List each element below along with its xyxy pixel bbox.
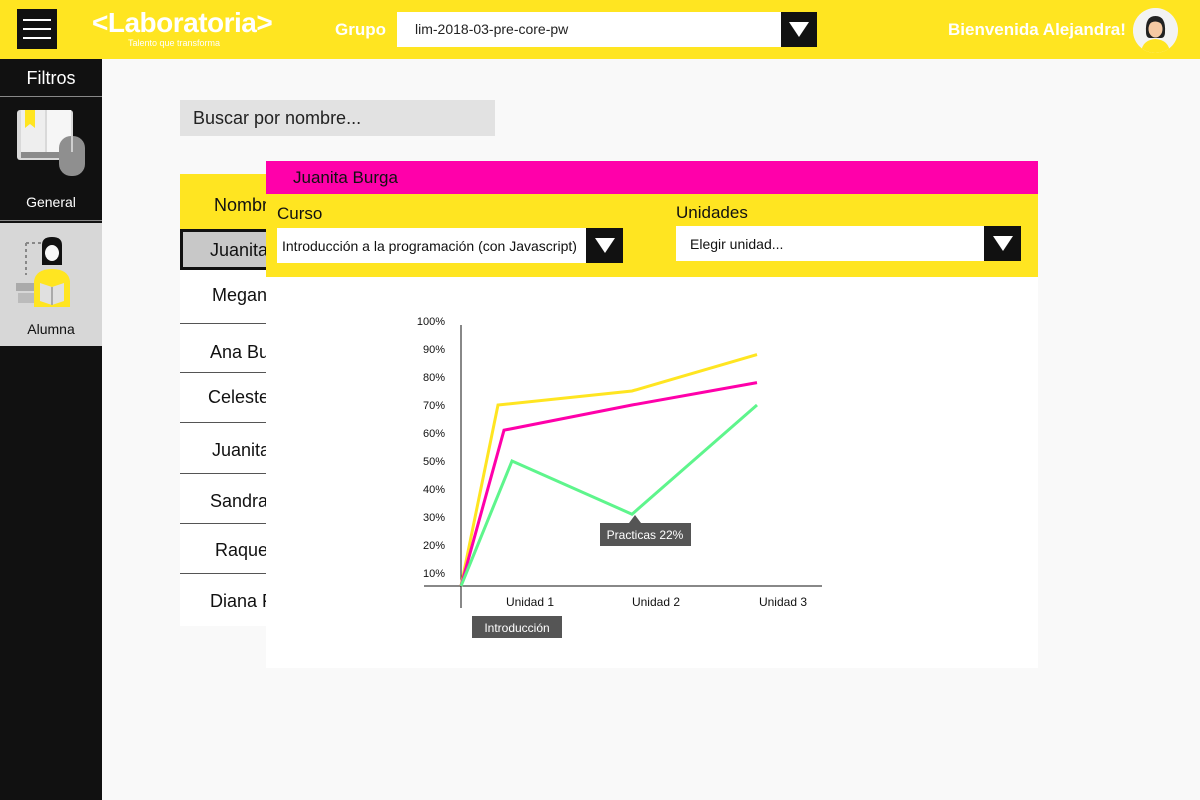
search-input[interactable]: [180, 100, 495, 136]
student-name-header: Juanita Burga: [266, 161, 1038, 194]
laboratoria-logo[interactable]: <Laboratoria> Talento que transforma: [92, 7, 273, 50]
top-bar: <Laboratoria> Talento que transforma Gru…: [0, 0, 1200, 59]
list-item[interactable]: Juanita: [180, 229, 280, 270]
logo-text: <Laboratoria>: [92, 7, 273, 38]
x-tick-label: Unidad 3: [759, 595, 807, 609]
units-select-value: Elegir unidad...: [690, 236, 784, 252]
course-label: Curso: [277, 204, 323, 223]
x-tick-label: Unidad 1: [506, 595, 554, 609]
list-item[interactable]: Sandra: [180, 474, 280, 524]
welcome-text: Bienvenida Alejandra!: [948, 20, 1126, 39]
logo-tagline: Talento que transforma: [128, 38, 221, 48]
y-tick-label: 90%: [423, 344, 445, 356]
menu-line-icon: [23, 19, 51, 21]
group-select-value: lim-2018-03-pre-core-pw: [415, 21, 569, 37]
list-item[interactable]: Raque: [180, 524, 280, 574]
dropdown-arrow-icon[interactable]: [586, 228, 623, 263]
group-select[interactable]: lim-2018-03-pre-core-pw: [397, 12, 817, 47]
avatar-icon: [1133, 8, 1178, 53]
dropdown-arrow-icon[interactable]: [984, 226, 1021, 261]
list-item[interactable]: Celeste: [180, 373, 280, 423]
y-tick-label: 40%: [423, 484, 445, 496]
student-list: Nombr Juanita Megan Ana Bu Celeste Juani…: [180, 174, 280, 626]
progress-line-chart: 10% 20% 30% 40% 50% 60% 70% 80% 90% 100% Unidad 1…: [417, 316, 822, 638]
list-header-name[interactable]: Nombr: [180, 174, 280, 234]
y-tick-label: 30%: [423, 512, 445, 524]
units-label: Unidades: [676, 203, 748, 222]
units-select[interactable]: Elegir unidad...: [676, 226, 1021, 261]
tooltip-practicas: Practicas 22%: [600, 515, 691, 546]
panel-filters: Curso Introducción a la programación (co…: [266, 194, 1038, 277]
filters-title: Filtros: [0, 59, 102, 97]
list-item[interactable]: Diana F: [180, 574, 280, 626]
y-tick-label: 60%: [423, 428, 445, 440]
list-item[interactable]: Juanita: [180, 423, 280, 474]
series-line[interactable]: [459, 403, 758, 587]
x-tick-label: Unidad 2: [632, 595, 680, 609]
series-line[interactable]: [459, 381, 758, 587]
tooltip-text: Introducción: [484, 621, 549, 635]
sidebar: Filtros General Alumna: [0, 59, 102, 800]
student-detail-panel: Juanita Burga Curso Introducción a la pr…: [266, 161, 1038, 668]
user-avatar[interactable]: [1133, 8, 1178, 53]
list-item[interactable]: Ana Bu: [180, 324, 280, 373]
student-reading-icon: [16, 237, 70, 307]
sidebar-item-alumna[interactable]: Alumna: [0, 223, 102, 346]
y-tick-label: 20%: [423, 540, 445, 552]
hamburger-menu-button[interactable]: [17, 9, 57, 49]
list-item[interactable]: Megan: [180, 270, 280, 324]
sidebar-item-label: General: [26, 194, 76, 210]
tooltip-introduccion: Introducción: [472, 616, 562, 638]
dropdown-arrow-icon[interactable]: [781, 12, 817, 47]
book-mouse-icon: [17, 110, 85, 176]
y-tick-label: 100%: [417, 316, 445, 328]
course-select-value: Introducción a la programación (con Java…: [282, 238, 577, 254]
sidebar-item-general[interactable]: General: [0, 98, 102, 221]
y-tick-label: 50%: [423, 456, 445, 468]
y-tick-label: 80%: [423, 372, 445, 384]
menu-line-icon: [23, 28, 51, 30]
sidebar-item-label: Alumna: [27, 321, 75, 337]
y-tick-label: 10%: [423, 568, 445, 580]
y-tick-label: 70%: [423, 400, 445, 412]
tooltip-text: Practicas 22%: [607, 528, 684, 542]
course-select[interactable]: Introducción a la programación (con Java…: [277, 228, 623, 263]
menu-line-icon: [23, 37, 51, 39]
group-label: Grupo: [335, 20, 386, 39]
